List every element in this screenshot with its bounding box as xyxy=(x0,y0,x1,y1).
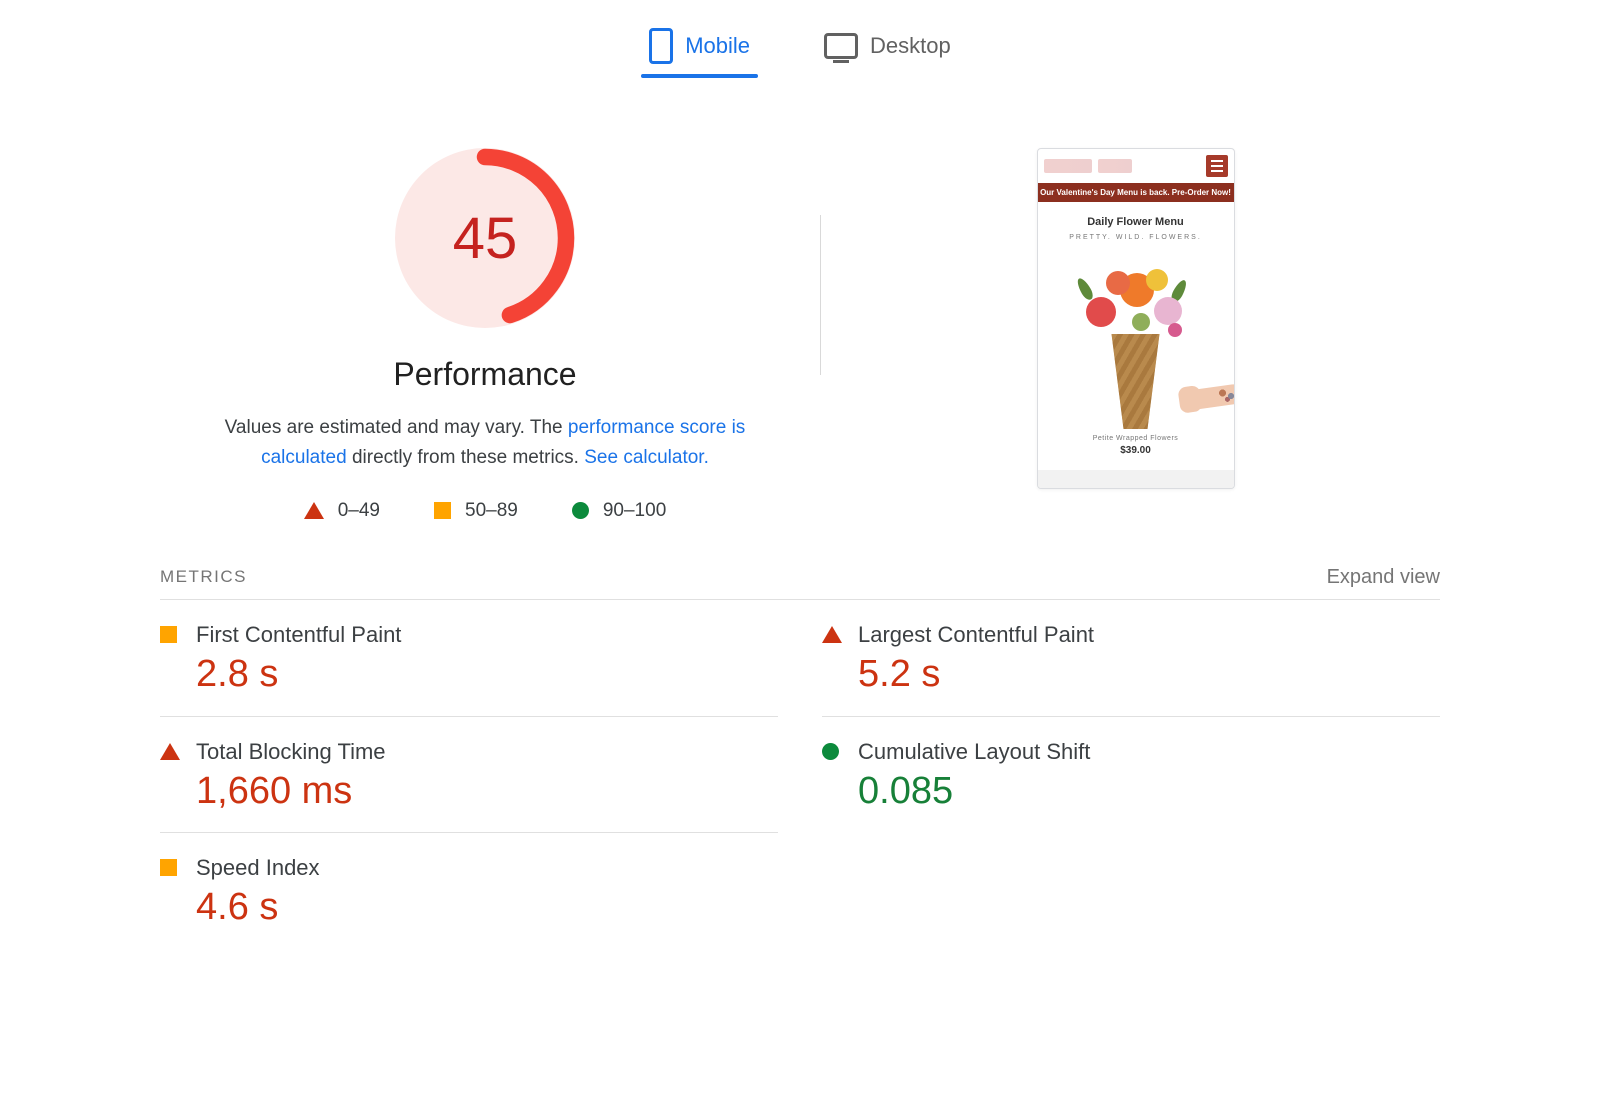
device-tabs: Mobile Desktop xyxy=(160,0,1440,78)
square-icon xyxy=(434,502,451,519)
summary-description: Values are estimated and may vary. The p… xyxy=(180,413,790,474)
performance-summary: 45 Performance Values are estimated and … xyxy=(160,148,810,522)
promo-banner: Our Valentine's Day Menu is back. Pre-Or… xyxy=(1038,183,1234,202)
metric-si[interactable]: Speed Index 4.6 s xyxy=(160,833,778,949)
tab-mobile[interactable]: Mobile xyxy=(635,18,764,78)
metric-label: Speed Index xyxy=(196,855,778,881)
product-image xyxy=(1061,259,1211,429)
legend-poor: 0–49 xyxy=(304,500,380,522)
blurred-logo xyxy=(1044,159,1092,173)
square-icon xyxy=(160,859,177,876)
metric-value: 4.6 s xyxy=(196,887,778,929)
product-name: Petite Wrapped Flowers xyxy=(1046,435,1226,442)
metrics-heading: METRICS xyxy=(160,567,247,587)
triangle-icon xyxy=(160,743,180,760)
metric-label: Total Blocking Time xyxy=(196,739,778,765)
metric-value: 2.8 s xyxy=(196,654,778,696)
metrics-grid: First Contentful Paint 2.8 s Largest Con… xyxy=(160,600,1440,949)
thumb-subheading: PRETTY. WILD. FLOWERS. xyxy=(1046,234,1226,241)
mobile-icon xyxy=(649,28,673,64)
thumb-footer xyxy=(1038,470,1234,488)
metric-lcp[interactable]: Largest Contentful Paint 5.2 s xyxy=(822,600,1440,717)
metric-value: 5.2 s xyxy=(858,654,1440,696)
metric-tbt[interactable]: Total Blocking Time 1,660 ms xyxy=(160,717,778,834)
metric-cls[interactable]: Cumulative Layout Shift 0.085 xyxy=(822,717,1440,834)
tab-mobile-label: Mobile xyxy=(685,33,750,59)
expand-view-toggle[interactable]: Expand view xyxy=(1327,566,1440,589)
tab-desktop[interactable]: Desktop xyxy=(810,18,965,78)
vertical-divider xyxy=(820,215,821,375)
circle-icon xyxy=(822,743,839,760)
score-value: 45 xyxy=(395,148,575,328)
triangle-icon xyxy=(822,626,842,643)
tab-desktop-label: Desktop xyxy=(870,33,951,59)
metric-fcp[interactable]: First Contentful Paint 2.8 s xyxy=(160,600,778,717)
metric-label: First Contentful Paint xyxy=(196,622,778,648)
square-icon xyxy=(160,626,177,643)
page-screenshot-thumbnail: Our Valentine's Day Menu is back. Pre-Or… xyxy=(1037,148,1235,489)
legend-good: 90–100 xyxy=(572,500,666,522)
metric-value: 0.085 xyxy=(858,771,1440,813)
metric-value: 1,660 ms xyxy=(196,771,778,813)
product-price: $39.00 xyxy=(1046,445,1226,456)
legend-average: 50–89 xyxy=(434,500,518,522)
score-gauge: 45 xyxy=(395,148,575,328)
circle-icon xyxy=(572,502,589,519)
desktop-icon xyxy=(824,33,858,59)
link-see-calculator[interactable]: See calculator. xyxy=(584,447,709,468)
metric-label: Cumulative Layout Shift xyxy=(858,739,1440,765)
metric-label: Largest Contentful Paint xyxy=(858,622,1440,648)
score-legend: 0–49 50–89 90–100 xyxy=(160,500,810,522)
hamburger-icon xyxy=(1206,155,1228,177)
section-title: Performance xyxy=(160,356,810,393)
blurred-nav xyxy=(1098,159,1132,173)
thumb-heading: Daily Flower Menu xyxy=(1046,216,1226,228)
triangle-icon xyxy=(304,502,324,519)
